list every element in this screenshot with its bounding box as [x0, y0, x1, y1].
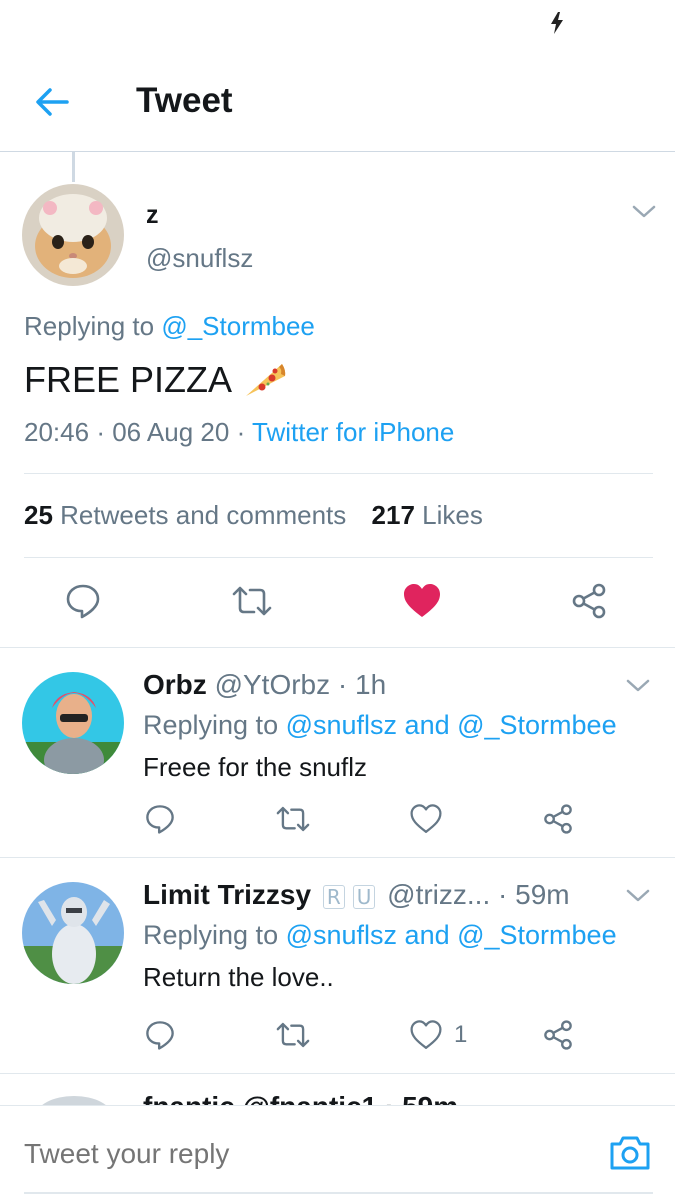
like-button[interactable]	[410, 803, 454, 835]
reply-actions	[0, 788, 675, 838]
thread-line	[72, 152, 75, 182]
heart-icon	[410, 1020, 442, 1049]
tweet-meta: 20:46 · 06 Aug 20 · Twitter for iPhone	[24, 416, 454, 448]
retweets-stat[interactable]: 25 Retweets and comments	[24, 500, 346, 530]
likes-stat[interactable]: 217 Likes	[372, 500, 483, 530]
retweet-icon	[276, 806, 310, 832]
reply-header: fnantic @fnantic1 · 59m	[143, 1090, 458, 1105]
avatar	[36, 1096, 112, 1105]
reply-button[interactable]	[144, 803, 176, 835]
likes-count: 217	[371, 500, 415, 530]
reply-tweet[interactable]: Limit Trizzsy RU @trizz... · 59m Replyin…	[0, 858, 675, 1074]
status-bar	[0, 0, 675, 50]
reply-text: Freee for the snuflz	[143, 752, 367, 782]
tweet-time: 20:46	[24, 417, 90, 447]
likes-label: Likes	[422, 500, 483, 530]
reply-button[interactable]	[64, 582, 102, 620]
replying-to: Replying to @snuflsz and @_Stormbee	[143, 918, 617, 952]
tweet-body: FREE PIZZA	[24, 359, 233, 400]
like-count: 1	[454, 1021, 468, 1048]
retweet-button[interactable]	[274, 803, 312, 835]
author-handle[interactable]: @snuflsz	[146, 242, 253, 274]
reply-header: Orbz @YtOrbz · 1h	[143, 668, 386, 702]
replying-to-link[interactable]: @snuflsz and @_Stormbee	[286, 710, 617, 740]
avatar[interactable]	[22, 184, 124, 286]
tweet-text: FREE PIZZA	[24, 358, 288, 402]
share-button[interactable]	[542, 803, 574, 835]
replying-to: Replying to @snuflsz and @_Stormbee	[143, 708, 617, 742]
reply-tweet-partial[interactable]: fnantic @fnantic1 · 59m	[0, 1074, 675, 1105]
back-button[interactable]	[28, 78, 76, 126]
tweet-stats: 25 Retweets and comments 217 Likes	[24, 498, 483, 532]
divider	[24, 557, 653, 558]
reply-header: Limit Trizzsy RU @trizz... · 59m	[143, 878, 570, 912]
composer-underline	[24, 1192, 653, 1194]
retweet-icon	[276, 1022, 310, 1048]
header: Tweet	[0, 50, 675, 152]
separator: ·	[96, 417, 105, 447]
pizza-emoji-icon	[246, 364, 286, 396]
share-button[interactable]	[542, 1019, 574, 1051]
replying-label: Replying to	[143, 920, 279, 950]
replying-to-link[interactable]: @_Stormbee	[161, 311, 315, 341]
like-button[interactable]	[402, 582, 442, 620]
reply-icon	[146, 805, 174, 834]
cat-avatar-image	[22, 184, 124, 286]
chevron-down-icon[interactable]	[630, 202, 658, 222]
back-arrow-icon	[36, 88, 69, 116]
retweet-button[interactable]	[230, 582, 274, 620]
tweet-date: 06 Aug 20	[112, 417, 230, 447]
badge-r: R	[322, 884, 345, 909]
author-name[interactable]: z	[146, 200, 159, 230]
reply-icon	[146, 1021, 174, 1050]
like-button[interactable]: 1	[410, 1019, 467, 1051]
trizzsy-avatar-image	[22, 882, 124, 984]
share-icon	[544, 804, 572, 834]
divider	[24, 473, 653, 474]
replying-label: Replying to	[24, 311, 155, 341]
share-icon	[572, 583, 606, 619]
badge-u: U	[352, 884, 376, 909]
heart-icon	[410, 804, 442, 833]
separator: ·	[337, 669, 348, 700]
retweets-count: 25	[24, 500, 53, 530]
retweet-icon	[232, 586, 272, 616]
lightning-icon	[551, 12, 563, 34]
camera-icon[interactable]	[608, 1132, 652, 1172]
reply-author-handle[interactable]: @YtOrbz	[215, 669, 331, 700]
reply-time: 1h	[355, 669, 387, 700]
share-icon	[544, 1020, 572, 1050]
reply-icon	[66, 584, 100, 619]
avatar[interactable]	[22, 882, 124, 984]
retweets-label: Retweets and comments	[60, 500, 347, 530]
replying-to-link[interactable]: @snuflsz and @_Stormbee	[286, 920, 617, 950]
reply-input[interactable]	[24, 1136, 584, 1172]
tweet-source[interactable]: Twitter for iPhone	[252, 417, 454, 447]
reply-author-name[interactable]: Orbz	[143, 669, 207, 700]
heart-icon	[404, 584, 440, 617]
replying-label: Replying to	[143, 710, 279, 740]
reply-author-handle[interactable]: @trizz...	[387, 879, 490, 910]
orbz-avatar-image	[22, 672, 124, 774]
chevron-down-icon[interactable]	[624, 886, 652, 906]
reply-actions: 1	[0, 1004, 675, 1054]
reply-composer	[0, 1105, 675, 1200]
chevron-down-icon[interactable]	[624, 676, 652, 696]
reply-button[interactable]	[144, 1019, 176, 1051]
reply-tweet[interactable]: Orbz @YtOrbz · 1h Replying to @snuflsz a…	[0, 648, 675, 858]
reply-author-name[interactable]: Limit Trizzsy	[143, 879, 311, 910]
separator: ·	[236, 417, 246, 447]
main-tweet: z @snuflsz Replying to @_Stormbee FREE P…	[0, 152, 675, 648]
share-button[interactable]	[570, 582, 608, 620]
reply-text: Return the love..	[143, 962, 334, 992]
avatar[interactable]	[22, 672, 124, 774]
reply-time: 59m	[515, 879, 570, 910]
tweet-actions	[0, 572, 675, 632]
separator: ·	[498, 879, 508, 910]
retweet-button[interactable]	[274, 1019, 312, 1051]
replying-to: Replying to @_Stormbee	[24, 310, 315, 342]
page-title: Tweet	[136, 81, 233, 120]
